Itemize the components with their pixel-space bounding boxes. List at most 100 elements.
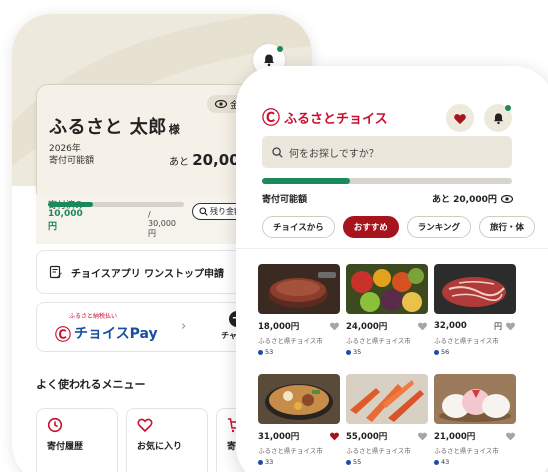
heart-icon[interactable] — [329, 431, 340, 441]
product-card[interactable]: 18,000円 ふるさと県チョイス市 53 — [258, 264, 340, 356]
product-image-nabe[interactable] — [258, 374, 340, 424]
honorific: 様 — [168, 123, 181, 136]
search-icon — [199, 207, 208, 216]
brand-c-icon: Ⓒ — [55, 325, 72, 344]
donated-progress-bar — [48, 202, 184, 207]
product-image-crab[interactable] — [346, 374, 428, 424]
notification-bell-button[interactable] — [484, 104, 512, 132]
document-edit-icon — [49, 265, 62, 279]
product-price-value: 32,000 — [434, 321, 467, 331]
tab-ranking[interactable]: ランキング — [406, 216, 472, 238]
product-price: 32,000 — [434, 321, 467, 331]
product-image-wagyu[interactable] — [434, 264, 516, 314]
product-city: ふるさと県チョイス市 — [258, 447, 323, 455]
limit-label: 寄付可能額 — [49, 156, 95, 166]
pay-caption: ふるさと納税払い — [69, 313, 118, 320]
product-price: 55,000円 — [346, 432, 388, 442]
bell-icon — [493, 112, 503, 124]
donated-progress-fill — [48, 202, 93, 207]
favorite-count: 43 — [434, 458, 516, 466]
product-price: 31,000円 — [258, 432, 300, 442]
heart-icon — [454, 113, 466, 124]
favorites-button[interactable] — [446, 104, 474, 132]
pay-brand: チョイスPay — [74, 326, 158, 342]
favorite-count: 53 — [258, 348, 340, 356]
tab-recommended[interactable]: おすすめ — [342, 216, 399, 238]
chevron-right-icon: › — [181, 319, 187, 334]
favorite-count: 35 — [346, 348, 428, 356]
heart-icon[interactable] — [417, 321, 428, 331]
notification-dot — [277, 46, 283, 52]
heart-icon[interactable] — [505, 321, 516, 331]
product-city: ふるさと県チョイス市 — [434, 337, 499, 345]
year: 2026年 — [49, 144, 81, 154]
favorite-count: 55 — [346, 458, 428, 466]
tab-label: チョイスから — [273, 223, 324, 233]
user-name-text: ふるさと 太郎 — [49, 117, 167, 138]
onestop-label: チョイスアプリ ワンストップ申請 — [71, 268, 224, 280]
menu-section-title: よく使われるメニュー — [36, 378, 146, 391]
menu-item-history[interactable]: 寄付履歴 — [36, 408, 118, 472]
tab-label: ランキング — [417, 223, 461, 233]
product-card[interactable]: 32,000 円 ふるさと県チョイス市 56 — [434, 264, 516, 356]
favorite-dot-icon — [434, 349, 439, 355]
favorite-count: 33 — [258, 458, 340, 466]
divider — [236, 248, 548, 249]
brand-name: ふるさとチョイス — [284, 111, 388, 127]
donation-progress-fill — [262, 178, 350, 184]
eye-icon[interactable] — [500, 194, 513, 203]
product-city: ふるさと県チョイス市 — [346, 447, 411, 455]
donation-progress-bar — [262, 178, 512, 184]
product-image-steak[interactable] — [258, 264, 340, 314]
available-amount: あと 20,000円 — [432, 195, 497, 205]
search-placeholder: 何をお探しですか？ — [289, 148, 379, 160]
search-input[interactable]: 何をお探しですか？ — [262, 136, 512, 168]
available-value: あと 20,000円 — [432, 192, 513, 205]
product-city: ふるさと県チョイス市 — [346, 337, 411, 345]
tab-choice[interactable]: チョイスから — [262, 216, 335, 238]
heart-icon[interactable] — [417, 431, 428, 441]
choice-pay-logo: Ⓒ チョイスPay — [55, 321, 158, 345]
eye-icon — [215, 100, 227, 108]
menu-item-favorites[interactable]: お気に入り — [126, 408, 208, 472]
favorite-count-value: 53 — [265, 348, 274, 356]
menu-item-label: お気に入り — [137, 442, 183, 452]
heart-icon — [137, 418, 153, 433]
favorite-count: 56 — [434, 348, 516, 356]
favorite-dot-icon — [258, 459, 263, 465]
product-card[interactable]: 24,000円 ふるさと県チョイス市 35 — [346, 264, 428, 356]
tab-label: おすすめ — [353, 223, 388, 233]
tab-label: 旅行・体 — [490, 223, 525, 233]
history-icon — [47, 417, 63, 433]
year-limit-label: 2026年 寄付可能額 — [49, 143, 94, 167]
favorite-count-value: 55 — [353, 458, 362, 466]
tab-travel[interactable]: 旅行・体 — [479, 216, 536, 238]
favorite-count-value: 43 — [441, 458, 450, 466]
user-name: ふるさと 太郎様 — [49, 113, 180, 139]
favorite-count-value: 33 — [265, 458, 274, 466]
notification-dot — [505, 105, 511, 111]
product-image-fruit[interactable] — [346, 264, 428, 314]
product-city: ふるさと県チョイス市 — [434, 447, 499, 455]
favorite-dot-icon — [346, 349, 351, 355]
heart-icon[interactable] — [505, 431, 516, 441]
product-price-suffix: 円 — [494, 321, 502, 331]
product-card[interactable]: 31,000円 ふるさと県チョイス市 33 — [258, 374, 340, 466]
search-icon — [272, 146, 283, 158]
category-tabs: チョイスから おすすめ ランキング 旅行・体 — [262, 216, 548, 238]
heart-icon[interactable] — [329, 321, 340, 331]
donated-amount: 10,000円 — [48, 209, 83, 232]
home-phone: Ⓒ ふるさとチョイス 何をお探しですか？ 寄付可能額 あと 20,000円 チョ… — [236, 66, 548, 472]
product-image-daifuku[interactable] — [434, 374, 516, 424]
product-price: 18,000円 — [258, 322, 300, 332]
product-card[interactable]: 55,000円 ふるさと県チョイス市 55 — [346, 374, 428, 466]
bell-icon — [264, 54, 274, 67]
available-label: 寄付可能額 — [262, 195, 308, 205]
favorite-dot-icon — [434, 459, 439, 465]
app-showcase: 金 ふるさと 太郎様 2026年 寄付可能額 あと 20,000円 寄付済み 1… — [0, 0, 548, 472]
limit-amount: / 30,000円 — [148, 210, 176, 238]
favorite-count-value: 35 — [353, 348, 362, 356]
favorite-dot-icon — [258, 349, 263, 355]
brand-logo[interactable]: Ⓒ ふるさとチョイス — [262, 104, 388, 130]
product-card[interactable]: 21,000円 ふるさと県チョイス市 43 — [434, 374, 516, 466]
